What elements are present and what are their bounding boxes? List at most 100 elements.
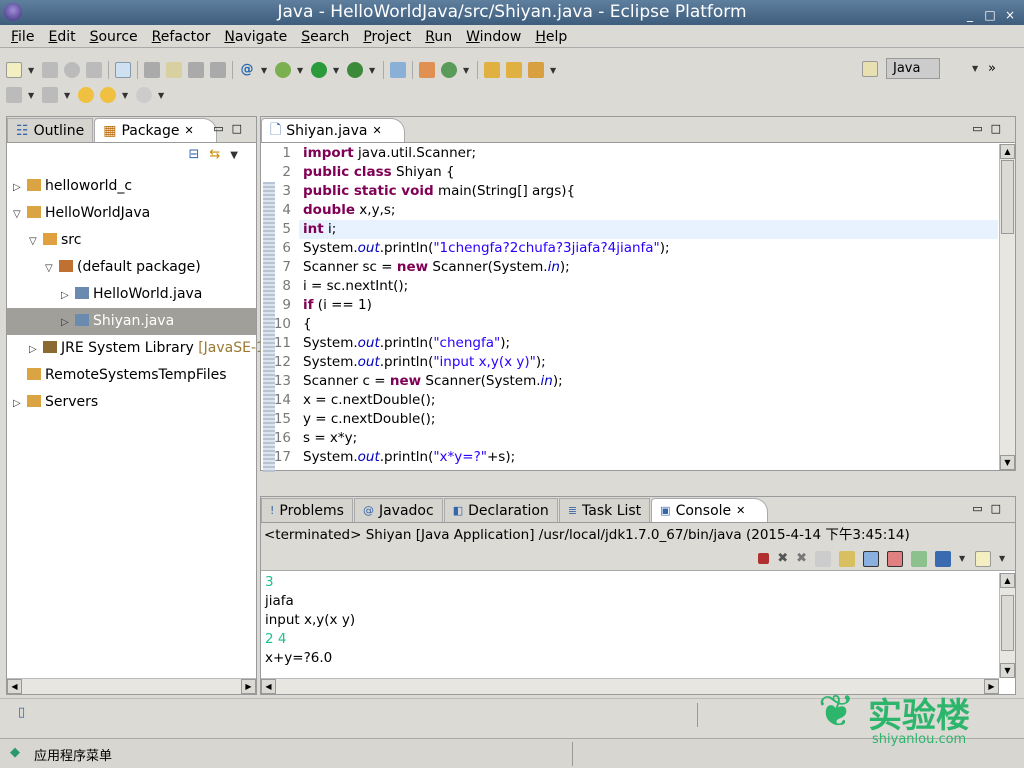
new-class-icon[interactable] (441, 62, 457, 78)
close-button[interactable]: × (1002, 3, 1018, 28)
minimize-maximize-icon[interactable]: ▭□ (972, 122, 1009, 135)
app-menu-button[interactable]: 应用程序菜单 (34, 745, 112, 764)
show-on-stdout-icon[interactable] (863, 550, 879, 567)
tab-package[interactable]: ▦ Package ✕ (94, 118, 217, 142)
tree-item[interactable]: ▷ JRE System Library [JavaSE-1.7] (7, 335, 284, 363)
tab-console[interactable]: ▣ Console ✕ (651, 498, 769, 522)
menu-window[interactable]: Window (459, 26, 528, 47)
menu-file[interactable]: File (4, 26, 41, 47)
twisty-icon[interactable]: ▷ (61, 282, 75, 309)
menu-help[interactable]: Help (528, 26, 574, 47)
menu-navigate[interactable]: Navigate (217, 26, 294, 47)
vertical-scrollbar[interactable]: ▲ ▼ (999, 144, 1015, 470)
build-icon[interactable] (144, 62, 160, 78)
outline-icon: ☷ (16, 122, 29, 139)
tab-problems[interactable]: ! Problems (261, 498, 353, 522)
package-explorer-panel: ☷ Outline ▦ Package ✕ ▭□ ⊟⇆▼ ▷ helloworld_c ▽… (6, 116, 284, 695)
scroll-lock-icon[interactable] (839, 550, 855, 567)
code-token: new (389, 373, 422, 389)
twisty-icon[interactable]: ▽ (13, 201, 27, 228)
tab-task-list[interactable]: ≣ Task List (558, 498, 651, 522)
tab-label: Shiyan.java (286, 122, 368, 139)
tree-item[interactable]: RemoteSystemsTempFiles (7, 362, 256, 389)
menu-edit[interactable]: Edit (41, 26, 82, 47)
pause-icon[interactable] (210, 62, 226, 78)
tab-shiyan-java[interactable]: 🗋 Shiyan.java ✕ (261, 118, 405, 142)
link-editor-icon[interactable]: ⇆ (209, 147, 230, 162)
display-console-icon[interactable] (935, 550, 951, 567)
app-menu-icon[interactable]: ◆ (10, 745, 20, 760)
skip-breakpoints-icon[interactable] (390, 62, 406, 78)
menu-refactor[interactable]: Refactor (145, 26, 218, 47)
debug-icon[interactable] (275, 62, 291, 78)
java-perspective-button[interactable]: Java (886, 58, 940, 79)
back-icon[interactable] (100, 87, 116, 103)
collapse-all-icon[interactable]: ⊟ (188, 147, 209, 162)
more-perspectives-button[interactable]: » (988, 61, 996, 76)
menu-project[interactable]: Project (356, 26, 418, 47)
view-menu-icon[interactable]: ▼ (230, 150, 248, 161)
eclipse-logo-icon (4, 3, 22, 21)
tree-item[interactable]: ▽ (default package) (7, 254, 256, 281)
twisty-icon[interactable]: ▷ (61, 309, 75, 336)
forward-icon[interactable] (136, 87, 152, 103)
twisty-icon[interactable]: ▽ (45, 255, 59, 282)
run-external-icon[interactable] (347, 62, 363, 78)
save-all-icon[interactable] (64, 62, 80, 78)
minimize-maximize-icon[interactable]: ▭□ (972, 502, 1009, 515)
tree-item[interactable]: ▷ HelloWorld.java (7, 281, 256, 308)
clear-console-icon[interactable] (815, 550, 831, 567)
perspective-dropdown-icon[interactable]: ▼ (972, 64, 980, 73)
pin-console-icon[interactable] (911, 550, 927, 567)
tab-javadoc[interactable]: @ Javadoc (353, 498, 443, 522)
tree-item[interactable]: ▽ src (7, 227, 256, 254)
prev-annotation-icon[interactable] (42, 87, 58, 103)
console-output[interactable]: 3 jiafa input x,y(x y) 2 4 x+y=?6.0 (265, 573, 997, 668)
tab-outline[interactable]: ☷ Outline (7, 118, 94, 142)
console-panel: ! Problems @ Javadoc ◧ Declaration ≣ Task List ▣… (260, 496, 1016, 695)
console-vertical-scrollbar[interactable]: ▲ ▼ (999, 573, 1015, 678)
close-tab-icon[interactable]: ✕ (184, 124, 193, 137)
minimize-button[interactable]: _ (962, 3, 978, 28)
new-package-icon[interactable] (419, 62, 435, 78)
run-icon[interactable] (311, 62, 327, 78)
print-icon[interactable] (86, 62, 102, 78)
close-tab-icon[interactable]: ✕ (736, 504, 745, 517)
minimize-maximize-icon[interactable]: ▭□ (213, 122, 250, 135)
horizontal-scrollbar[interactable]: ◀ ▶ (7, 678, 256, 694)
tree-item[interactable]: ▷ helloworld_c (7, 173, 256, 200)
open-perspective-icon[interactable] (862, 60, 878, 77)
show-on-stderr-icon[interactable] (887, 550, 903, 567)
search-icon[interactable] (528, 62, 544, 78)
code-editor[interactable]: 1 import java.util.Scanner; 2 public class … (261, 144, 998, 472)
save-icon[interactable] (42, 62, 58, 78)
fast-view-icon[interactable]: ▯ (18, 705, 25, 720)
twisty-icon[interactable]: ▷ (13, 174, 27, 201)
pen-icon[interactable] (166, 62, 182, 78)
close-tab-icon[interactable]: ✕ (372, 124, 381, 137)
remove-launch-icon[interactable]: ✖ (777, 551, 788, 566)
binary-icon[interactable] (115, 62, 131, 78)
last-edit-icon[interactable] (78, 87, 94, 103)
twisty-icon[interactable]: ▷ (29, 336, 43, 363)
remove-all-icon[interactable]: ✖ (796, 551, 807, 566)
tree-item[interactable]: ▷ Shiyan.java (7, 308, 256, 335)
new-icon[interactable] (6, 62, 22, 78)
tab-declaration[interactable]: ◧ Declaration (443, 498, 558, 522)
menu-source[interactable]: Source (83, 26, 145, 47)
open-folder-icon[interactable] (506, 62, 522, 78)
grid-icon[interactable] (188, 62, 204, 78)
line-number: 10 (273, 316, 291, 332)
tree-item[interactable]: ▽ HelloWorldJava (7, 200, 256, 227)
at-icon[interactable]: @ (239, 62, 255, 78)
menu-search[interactable]: Search (294, 26, 356, 47)
open-console-icon[interactable] (975, 550, 991, 567)
maximize-button[interactable]: □ (982, 3, 998, 28)
menu-run[interactable]: Run (418, 26, 459, 47)
twisty-icon[interactable]: ▽ (29, 228, 43, 255)
annotation-icon[interactable] (6, 87, 22, 103)
twisty-icon[interactable]: ▷ (13, 390, 27, 417)
tree-item[interactable]: ▷ Servers (7, 389, 256, 416)
open-type-icon[interactable] (484, 62, 500, 78)
terminate-icon[interactable] (758, 553, 770, 564)
